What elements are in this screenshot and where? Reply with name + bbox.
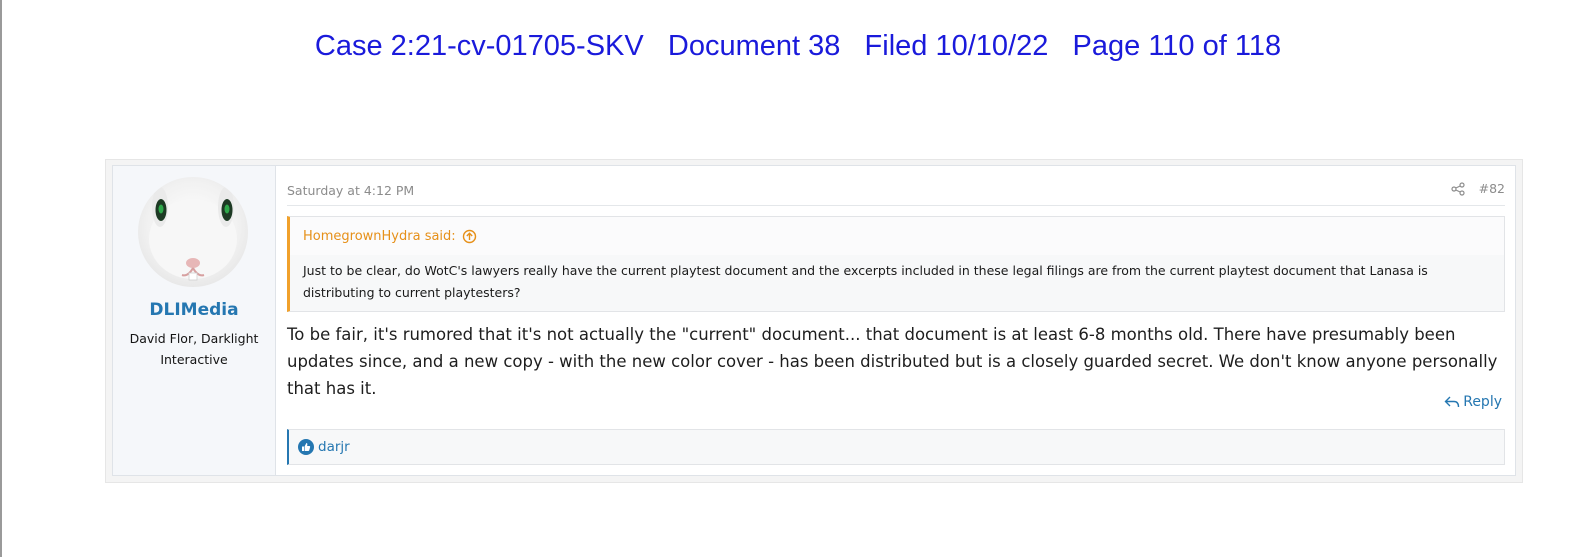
user-title: David Flor, Darklight Interactive <box>129 331 259 367</box>
post-timestamp[interactable]: Saturday at 4:12 PM <box>287 183 414 198</box>
post-meta-actions: #82 <box>1451 181 1505 196</box>
reply-button[interactable]: Reply <box>1444 394 1502 410</box>
quote-author[interactable]: HomegrownHydra said: <box>303 229 456 244</box>
case-header: Case 2:21-cv-01705-SKV Document 38 Filed… <box>314 30 1282 62</box>
user-panel: DLIMedia David Flor, Darklight Interacti… <box>113 166 276 475</box>
reply-label: Reply <box>1463 394 1502 410</box>
page-edge <box>0 0 2 557</box>
reactions-bar: darjr <box>287 429 1505 465</box>
thumbs-up-icon <box>298 439 314 455</box>
post-number[interactable]: #82 <box>1479 181 1505 196</box>
forum-post-frame: DLIMedia David Flor, Darklight Interacti… <box>105 159 1523 483</box>
avatar[interactable] <box>138 177 248 287</box>
quote-text: Just to be clear, do WotC's lawyers real… <box>303 263 1428 300</box>
post-message: To be fair, it's rumored that it's not a… <box>287 325 1498 398</box>
quote-block: HomegrownHydra said: Just to be clear, d… <box>287 216 1505 312</box>
circle-arrow-up-icon[interactable] <box>462 229 477 244</box>
post-meta: Saturday at 4:12 PM #82 <box>287 175 1505 206</box>
white-rabbit-avatar-icon <box>149 187 237 281</box>
share-icon[interactable] <box>1451 181 1465 196</box>
forum-post: DLIMedia David Flor, Darklight Interacti… <box>112 165 1516 476</box>
quote-header: HomegrownHydra said: <box>290 217 1504 255</box>
reaction-users[interactable]: darjr <box>318 439 350 455</box>
reply-icon <box>1444 396 1460 408</box>
username[interactable]: DLIMedia <box>113 300 275 320</box>
post-main: Saturday at 4:12 PM #82 HomegrownHydra s… <box>287 166 1505 475</box>
